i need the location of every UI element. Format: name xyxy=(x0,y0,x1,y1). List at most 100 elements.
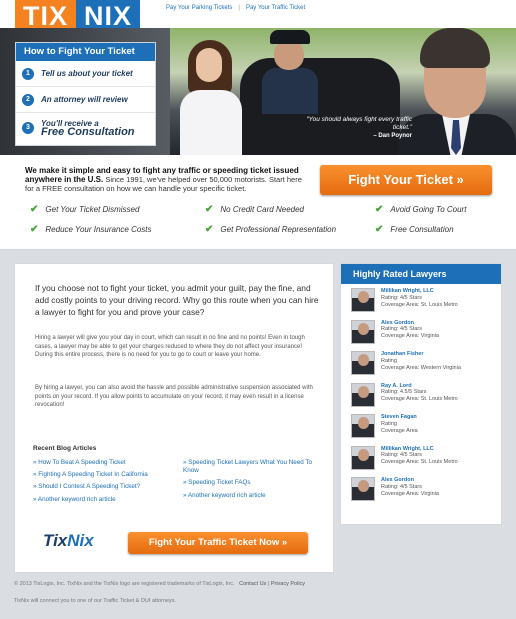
how-to-title: How to Fight Your Ticket xyxy=(16,43,155,61)
lawyer-item[interactable]: Jonathan Fisher Rating Coverage Area: West… xyxy=(341,347,501,379)
privacy-policy-link[interactable]: Privacy Policy xyxy=(271,581,305,587)
step-text: An attorney will review xyxy=(41,95,128,104)
copyright-text: © 2013 TixLogix, Inc. TixNix and the Tix… xyxy=(14,581,235,587)
benefit-item: ✔ Avoid Going To Court xyxy=(375,204,500,215)
benefit-label: No Credit Card Needed xyxy=(220,205,304,214)
lawyer-item[interactable]: Alex Gordon Rating: 4/5 Stars Coverage Are… xyxy=(341,473,501,505)
lawyer-photo xyxy=(351,351,375,375)
benefit-item: ✔ Get Professional Representation xyxy=(205,224,375,235)
checkmark-icon: ✔ xyxy=(205,204,214,215)
fight-traffic-ticket-now-button[interactable]: Fight Your Traffic Ticket Now » xyxy=(128,532,308,554)
hero-officer xyxy=(262,30,318,114)
quote-text: “You should always fight every traffic t… xyxy=(306,116,413,131)
lawyer-rating: Rating xyxy=(381,357,397,364)
lawyer-area: Coverage Area: Virginia xyxy=(381,490,439,497)
lawyer-item[interactable]: Steven Fagan Rating Coverage Area xyxy=(341,410,501,442)
lawyer-rating: Rating: 4/5 Stars xyxy=(381,326,422,333)
pay-traffic-link[interactable]: Pay Your Traffic Ticket xyxy=(246,5,305,11)
step-number-icon: 1 xyxy=(22,67,34,80)
page-footer: © 2013 TixLogix, Inc. TixNix and the Tix… xyxy=(14,580,344,605)
blog-link[interactable]: » How To Beat A Speeding Ticket xyxy=(33,459,173,467)
intro-text: We make it simple and easy to fight any … xyxy=(25,166,305,194)
logo-part-nix: Nix xyxy=(67,531,94,550)
lawyer-area: Coverage Area: St. Louis Metro xyxy=(381,459,458,466)
lawyer-photo xyxy=(351,445,375,470)
lawyers-title: Highly Rated Lawyers xyxy=(341,264,501,284)
benefit-label: Avoid Going To Court xyxy=(390,205,467,214)
blog-heading: Recent Blog Articles xyxy=(33,445,97,452)
blog-link[interactable]: » Another keyword rich article xyxy=(33,496,173,504)
quote-author: – Dan Poynor xyxy=(373,133,412,139)
how-to-step: 1 Tell us about your ticket xyxy=(16,61,155,87)
checkmark-icon: ✔ xyxy=(375,224,384,235)
lawyer-name[interactable]: Millikan Wright, LLC xyxy=(381,288,458,295)
lawyer-item[interactable]: Ray A. Lord Rating: 4.5/5 Stars Coverage A… xyxy=(341,379,501,411)
lawyer-name[interactable]: Jonathan Fisher xyxy=(381,351,461,358)
lawyer-area: Coverage Area: St. Louis Metro xyxy=(381,396,458,403)
lawyer-area: Coverage Area: St. Louis Metro xyxy=(381,301,458,308)
lawyer-photo xyxy=(351,319,375,344)
lawyer-name[interactable]: Millikan Wright, LLC xyxy=(381,446,458,453)
blog-link[interactable]: » Should I Contest A Speeding Ticket? xyxy=(33,483,173,491)
lawyer-area: Coverage Area: Virginia xyxy=(381,333,439,340)
lawyer-name[interactable]: Alex Gordon xyxy=(381,320,439,327)
blog-link[interactable]: » Another keyword rich article xyxy=(183,492,323,500)
checkmark-icon: ✔ xyxy=(30,204,39,215)
lawyers-sidebar: Highly Rated Lawyers Millikan Wright, LL… xyxy=(340,263,502,525)
step-text-big: Free Consultation xyxy=(41,126,135,138)
how-to-step: 3 You'll receive a Free Consultation xyxy=(16,113,155,143)
lawyer-item[interactable]: Millikan Wright, LLC Rating: 4/5 Stars Cov… xyxy=(341,442,501,474)
blog-link[interactable]: » Fighting A Speeding Ticket In Californ… xyxy=(33,471,173,479)
header: TIX NIX Pay Your Parking Tickets | Pay Y… xyxy=(0,0,516,155)
lawyer-rating: Rating xyxy=(381,420,397,427)
lawyer-area: Coverage Area: Western Virginia xyxy=(381,364,461,371)
contact-us-link[interactable]: Contact Us xyxy=(239,581,266,587)
benefit-label: Get Professional Representation xyxy=(220,225,337,234)
footer-note: TixNix will connect you to one of our Tr… xyxy=(14,598,177,604)
blog-list-right: » Speeding Ticket Lawyers What You Need … xyxy=(183,459,323,504)
lawyer-photo xyxy=(351,477,375,501)
benefit-label: Get Your Ticket Dismissed xyxy=(45,205,140,214)
blog-link[interactable]: » Speeding Ticket FAQs xyxy=(183,479,323,487)
lawyer-photo xyxy=(351,288,375,312)
benefit-item: ✔ Free Consultation xyxy=(375,224,500,235)
logo-part-tix: Tix xyxy=(43,531,68,550)
footer-separator: | xyxy=(267,581,270,587)
checkmark-icon: ✔ xyxy=(375,204,384,215)
main-content: If you choose not to fight your ticket, … xyxy=(14,263,334,573)
hero-woman xyxy=(180,40,242,155)
step-number-icon: 3 xyxy=(22,122,34,134)
blog-list-left: » How To Beat A Speeding Ticket » Fighti… xyxy=(33,459,173,508)
benefit-label: Free Consultation xyxy=(390,225,454,234)
lawyer-name[interactable]: Alex Gordon xyxy=(381,477,439,484)
benefits-list: ✔ Get Your Ticket Dismissed ✔ No Credit Ca… xyxy=(30,204,500,235)
checkmark-icon: ✔ xyxy=(30,224,39,235)
fight-ticket-button[interactable]: Fight Your Ticket » xyxy=(320,165,492,195)
lawyer-area: Coverage Area xyxy=(381,427,418,434)
top-links-separator: | xyxy=(238,5,240,11)
checkmark-icon: ✔ xyxy=(205,224,214,235)
blog-link[interactable]: » Speeding Ticket Lawyers What You Need … xyxy=(183,459,323,475)
lawyer-rating: Rating: 4/5 Stars xyxy=(381,483,422,490)
hero-quote: “You should always fight every traffic t… xyxy=(292,116,413,140)
benefit-item: ✔ No Credit Card Needed xyxy=(205,204,375,215)
lawyer-rating: Rating: 4/5 Stars xyxy=(381,452,422,459)
lawyer-name[interactable]: Steven Fagan xyxy=(381,414,418,421)
footer-tixnix-logo[interactable]: TixNix xyxy=(43,531,94,551)
step-number-icon: 2 xyxy=(22,93,34,106)
step-text: Tell us about your ticket xyxy=(41,69,133,78)
pay-parking-link[interactable]: Pay Your Parking Tickets xyxy=(166,5,232,11)
lawyer-item[interactable]: Millikan Wright, LLC Rating: 4/5 Stars Cov… xyxy=(341,284,501,316)
top-links: Pay Your Parking Tickets | Pay Your Traf… xyxy=(166,5,305,11)
lawyer-photo xyxy=(351,382,375,407)
hero-lawyer-portrait xyxy=(398,28,516,155)
how-to-box: How to Fight Your Ticket 1 Tell us about… xyxy=(15,42,156,146)
benefit-item: ✔ Reduce Your Insurance Costs xyxy=(30,224,205,235)
lawyer-rating: Rating: 4.5/5 Stars xyxy=(381,389,427,396)
benefit-item: ✔ Get Your Ticket Dismissed xyxy=(30,204,205,215)
lead-paragraph: If you choose not to fight your ticket, … xyxy=(35,283,319,317)
body-paragraph-1: Hiring a lawyer will give you your day i… xyxy=(35,335,305,359)
lawyer-item[interactable]: Alex Gordon Rating: 4/5 Stars Coverage Are… xyxy=(341,316,501,348)
body-paragraph-2: By hiring a lawyer, you can also avoid t… xyxy=(35,385,313,409)
lawyer-name[interactable]: Ray A. Lord xyxy=(381,383,458,390)
